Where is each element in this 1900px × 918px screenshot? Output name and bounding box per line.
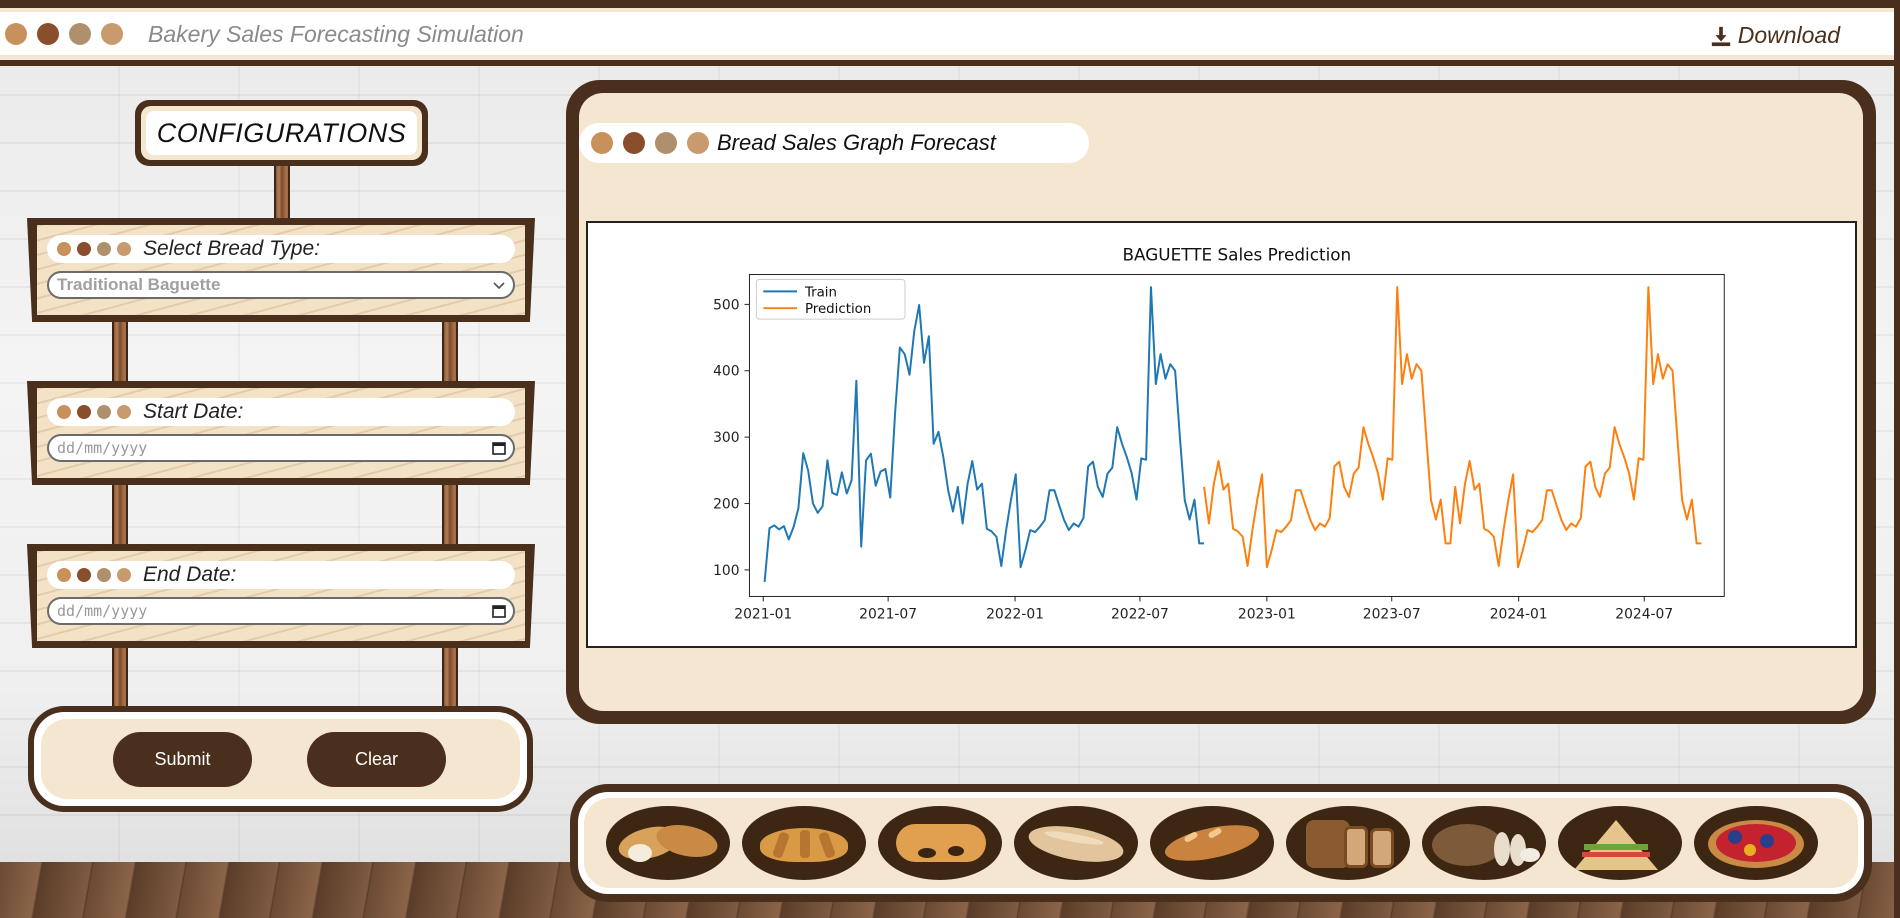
graph-title: Bread Sales Graph Forecast — [717, 130, 996, 155]
legend-label: Prediction — [805, 302, 871, 317]
window-dot — [5, 23, 27, 45]
submit-button[interactable]: Submit — [113, 731, 252, 787]
y-tick-label: 400 — [713, 364, 739, 380]
bread-type-value: Traditional Baguette — [57, 275, 221, 294]
sign-post — [442, 485, 458, 545]
label-dot — [77, 568, 91, 582]
y-tick-label: 100 — [713, 563, 739, 579]
label-dot — [57, 568, 71, 582]
label-dot — [77, 242, 91, 256]
sign-post — [274, 166, 290, 218]
sales-chart: BAGUETTE Sales Prediction 100 200 300 400 500… — [586, 221, 1857, 648]
download-button[interactable]: Download — [1710, 22, 1840, 49]
plot-frame — [748, 274, 1725, 597]
x-tick-label: 2023-07 — [1363, 606, 1421, 622]
graph-panel: Bread Sales Graph Forecast BAGUETTE Sale… — [566, 80, 1876, 724]
start-date-sign: Start Date: dd/mm/yyyy — [27, 381, 535, 485]
y-tick-label: 500 — [713, 297, 739, 313]
clear-button[interactable]: Clear — [307, 731, 446, 787]
fruit-tart-icon[interactable] — [1694, 806, 1818, 880]
start-date-label-bar: Start Date: — [47, 398, 515, 426]
label-dot — [117, 405, 131, 419]
label-dot — [117, 242, 131, 256]
chart-title: BAGUETTE Sales Prediction — [1122, 245, 1351, 265]
calendar-icon[interactable] — [491, 603, 507, 619]
french-loaf-icon[interactable] — [1150, 806, 1274, 880]
label-dot — [57, 405, 71, 419]
header-dot — [655, 132, 677, 154]
window-dot — [69, 23, 91, 45]
bread-type-label-bar: Select Bread Type: — [47, 235, 515, 263]
x-tick-label: 2023-01 — [1238, 606, 1296, 622]
y-tick-label: 300 — [713, 430, 739, 446]
end-date-label-bar: End Date: — [47, 561, 515, 589]
x-tick-label: 2022-01 — [986, 606, 1044, 622]
window-dot — [101, 23, 123, 45]
bread-type-label: Select Bread Type: — [143, 237, 321, 260]
baguette-halves-icon[interactable] — [606, 806, 730, 880]
croissant-icon[interactable] — [742, 806, 866, 880]
start-date-label: Start Date: — [143, 400, 244, 423]
legend-label: Train — [804, 285, 837, 300]
graph-header: Bread Sales Graph Forecast — [579, 123, 1089, 163]
bread-selector-strip — [570, 784, 1872, 902]
header-dot — [623, 132, 645, 154]
rye-bread-icon[interactable] — [1422, 806, 1546, 880]
chevron-down-icon — [493, 282, 505, 290]
download-label: Download — [1737, 22, 1840, 48]
start-date-placeholder: dd/mm/yyyy — [57, 439, 148, 457]
sign-post — [442, 322, 458, 382]
series-line-train — [763, 286, 1205, 582]
white-loaf-icon[interactable] — [1014, 806, 1138, 880]
sliced-grain-bread-icon[interactable] — [1286, 806, 1410, 880]
label-dot — [97, 405, 111, 419]
y-tick-label: 200 — [713, 496, 739, 512]
series-line-prediction — [1203, 286, 1702, 569]
end-date-sign: End Date: dd/mm/yyyy — [27, 544, 535, 648]
x-tick-label: 2024-01 — [1490, 606, 1548, 622]
header-dot — [591, 132, 613, 154]
end-date-placeholder: dd/mm/yyyy — [57, 602, 148, 620]
sandwich-icon[interactable] — [1558, 806, 1682, 880]
x-tick-label: 2022-07 — [1111, 606, 1169, 622]
sales-chart-svg: BAGUETTE Sales Prediction 100 200 300 400 500… — [713, 245, 1725, 622]
label-dot — [77, 405, 91, 419]
x-tick-label: 2021-07 — [859, 606, 917, 622]
window-dots — [5, 23, 123, 45]
window-dot — [37, 23, 59, 45]
start-date-input[interactable]: dd/mm/yyyy — [47, 434, 515, 462]
label-dot — [117, 568, 131, 582]
action-panel: Submit Clear — [28, 706, 533, 812]
configurations-title: CONFIGURATIONS — [146, 111, 417, 155]
header-dot — [687, 132, 709, 154]
app-title: Bakery Sales Forecasting Simulation — [148, 20, 524, 47]
sign-post — [112, 648, 128, 708]
calendar-icon[interactable] — [491, 440, 507, 456]
download-icon — [1711, 26, 1730, 46]
end-date-label: End Date: — [143, 563, 237, 586]
sign-post — [112, 322, 128, 382]
end-date-input[interactable]: dd/mm/yyyy — [47, 597, 515, 625]
label-dot — [97, 242, 111, 256]
bread-type-sign: Select Bread Type: Traditional Baguette — [27, 218, 535, 322]
label-dot — [97, 568, 111, 582]
x-tick-label: 2021-01 — [734, 606, 792, 622]
sign-post — [442, 648, 458, 708]
x-tick-label: 2024-07 — [1615, 606, 1673, 622]
label-dot — [57, 242, 71, 256]
sign-post — [112, 485, 128, 545]
top-bar: Bakery Sales Forecasting Simulation Down… — [0, 0, 1900, 66]
configurations-header: CONFIGURATIONS — [135, 100, 428, 166]
bread-type-select[interactable]: Traditional Baguette — [47, 271, 515, 299]
pain-au-chocolat-icon[interactable] — [878, 806, 1002, 880]
right-edge-border — [1894, 0, 1900, 918]
